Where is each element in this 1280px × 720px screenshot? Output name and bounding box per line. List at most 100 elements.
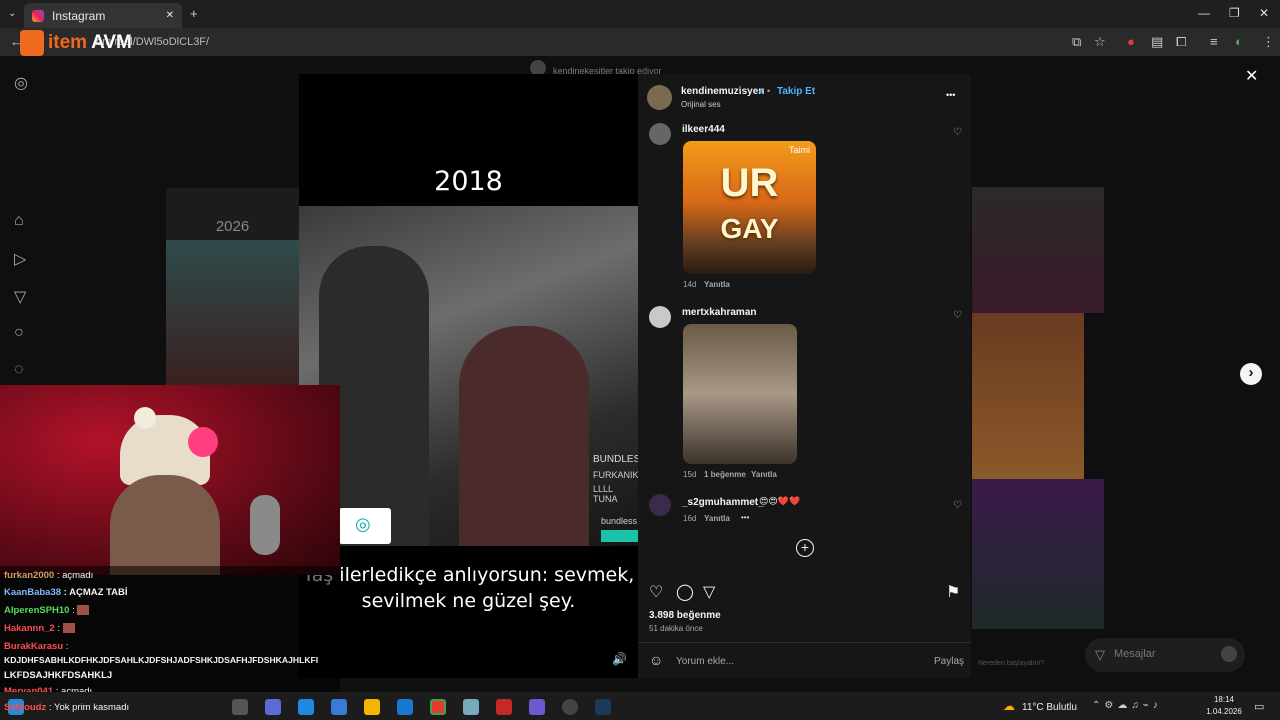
new-tab-button[interactable]: + <box>190 6 198 21</box>
comment-gif[interactable]: Taimi UR GAY <box>683 141 816 274</box>
instagram-icon[interactable]: ◎ <box>14 73 28 93</box>
heart-icon[interactable]: ♡ <box>649 582 663 602</box>
avatar[interactable] <box>649 306 671 328</box>
install-app-icon[interactable]: ⧉ <box>1072 34 1081 50</box>
comment-username[interactable]: _s2gmuhammet_ <box>682 497 764 508</box>
chat-line: Hakannn_2 : <box>4 623 75 634</box>
voicemeeter-icon[interactable] <box>496 699 512 715</box>
system-tray-icons[interactable]: ⌃⚙☁♫⌁♪ <box>1092 700 1162 711</box>
outlook-icon[interactable] <box>397 699 413 715</box>
likes-count[interactable]: 3.898 beğenme <box>649 610 721 621</box>
background-reel <box>166 240 299 385</box>
reply-button[interactable]: Yanıtla <box>704 280 730 289</box>
task-view-icon[interactable] <box>232 699 248 715</box>
follow-button[interactable]: Takip Et <box>777 86 815 97</box>
comment-text: 😍😍❤️❤️ <box>759 496 801 506</box>
instagram-icon: ◎ <box>355 514 371 534</box>
steam-icon[interactable] <box>595 699 611 715</box>
store-icon[interactable] <box>331 699 347 715</box>
gif-text-top: UR <box>720 161 779 205</box>
window-close-icon[interactable]: ✕ <box>1259 6 1269 20</box>
discord-icon[interactable] <box>529 699 545 715</box>
messages-label: Mesajlar <box>1114 648 1156 660</box>
bundle-sub2: LLLL TUNA <box>593 484 618 504</box>
comment-username[interactable]: mertxkahraman <box>682 307 756 318</box>
logo-text-2: AVM <box>91 32 132 53</box>
tab-instagram[interactable]: Instagram ✕ <box>24 3 182 28</box>
emote-icon <box>62 623 75 634</box>
audio-label[interactable]: Orijinal ses <box>681 100 721 109</box>
emoji-icon[interactable]: ☺ <box>649 652 663 668</box>
edge-icon[interactable] <box>298 699 314 715</box>
maximize-icon[interactable]: ❐ <box>1229 6 1240 20</box>
extension-icon[interactable]: ● <box>1127 34 1135 49</box>
avatar[interactable] <box>649 494 671 516</box>
volume-icon[interactable]: 🔊 <box>612 652 627 666</box>
profile-icon[interactable]: ◐ <box>1235 34 1243 49</box>
comment-like-icon[interactable]: ♡ <box>953 127 962 138</box>
search-icon[interactable]: ○ <box>14 324 24 342</box>
video-caption-2: sevilmek ne güzel şey. <box>361 590 576 612</box>
send-icon: ▽ <box>1095 647 1105 662</box>
share-button[interactable]: Paylaş <box>934 656 964 667</box>
next-reel-button[interactable]: › <box>1240 363 1262 385</box>
bookmark-star-icon[interactable]: ☆ <box>1094 34 1106 50</box>
messages-pill[interactable]: ▽ Mesajlar <box>1085 638 1245 672</box>
comment-like-icon[interactable]: ♡ <box>953 310 962 321</box>
comment-like-icon[interactable]: ♡ <box>953 500 962 511</box>
webcam-overlay <box>0 385 340 575</box>
avatar <box>1221 646 1237 662</box>
minimize-icon[interactable]: — <box>1198 6 1210 20</box>
reply-button[interactable]: Yanıtla <box>751 470 777 479</box>
notification-icon[interactable]: ▭ <box>1254 700 1264 713</box>
clock-date[interactable]: 1.04.2026 <box>1202 707 1246 716</box>
chrome-icon[interactable] <box>430 699 446 715</box>
reading-list-icon[interactable]: ≡ <box>1210 34 1218 49</box>
close-icon[interactable]: ✕ <box>1245 66 1258 86</box>
bookmark-icon[interactable]: ⚑ <box>946 582 960 602</box>
comment-more-button[interactable]: ••• <box>741 513 749 522</box>
reply-button[interactable]: Yanıtla <box>704 514 730 523</box>
comment-time: 15d <box>683 470 697 479</box>
more-options-button[interactable]: ••• <box>946 90 955 100</box>
background-reel <box>972 479 1104 629</box>
reel-video[interactable]: 2018 ◎ BUNDLES FURKANIK LLLL TUNA bundle… <box>299 74 638 678</box>
share-icon[interactable]: ▽ <box>703 582 715 602</box>
comment-input[interactable]: Yorum ekle... <box>676 656 734 667</box>
extensions-icon[interactable]: ⧠ <box>1176 34 1186 50</box>
comment-gif[interactable] <box>683 324 797 464</box>
tab-list-icon[interactable]: ⌄ <box>8 8 16 19</box>
extension-icon[interactable]: ▤ <box>1151 34 1163 50</box>
explore-icon[interactable]: ◌ <box>14 361 24 379</box>
weather-text[interactable]: 11°C Bulutlu <box>1022 702 1077 713</box>
reels-icon[interactable]: ▷ <box>14 249 26 269</box>
home-icon[interactable]: ⌂ <box>14 212 24 230</box>
close-tab-icon[interactable]: ✕ <box>166 10 174 21</box>
copilot-icon[interactable] <box>265 699 281 715</box>
app-icon[interactable] <box>463 699 479 715</box>
menu-icon[interactable]: ⋮ <box>1262 34 1275 50</box>
author-avatar[interactable] <box>647 85 672 110</box>
chat-line: Sefyoudz : Yok prim kasmadı <box>4 702 130 713</box>
clock-time[interactable]: 18:14 <box>1210 695 1238 704</box>
typing-hint: Nereden başlayalım? <box>978 660 1045 667</box>
comment-icon[interactable]: ◯ <box>676 582 694 602</box>
instagram-icon <box>32 9 44 22</box>
obs-icon[interactable] <box>562 699 578 715</box>
comment-username[interactable]: ilkeer444 <box>682 124 725 135</box>
chat-line: furkan2000 : açmadı <box>4 570 94 581</box>
tab-title: Instagram <box>52 8 106 23</box>
send-icon[interactable]: ▽ <box>14 287 26 307</box>
comment-input-bar: ☺ Yorum ekle... Paylaş <box>638 642 971 678</box>
author-name[interactable]: kendinemuzisyen <box>681 86 764 97</box>
chat-line: KaanBaba38 : AÇMAZ TABİ <box>4 587 128 598</box>
dot-separator: • <box>767 86 771 96</box>
video-year: 2018 <box>434 166 503 197</box>
background-reel <box>972 313 1084 479</box>
avatar[interactable] <box>649 123 671 145</box>
comment-likes[interactable]: 1 beğenme <box>704 470 746 479</box>
folder-icon[interactable] <box>364 699 380 715</box>
load-more-icon[interactable]: + <box>796 539 814 557</box>
background-reel <box>972 187 1104 313</box>
chat-line: AlperenSPH10 : <box>4 605 90 616</box>
